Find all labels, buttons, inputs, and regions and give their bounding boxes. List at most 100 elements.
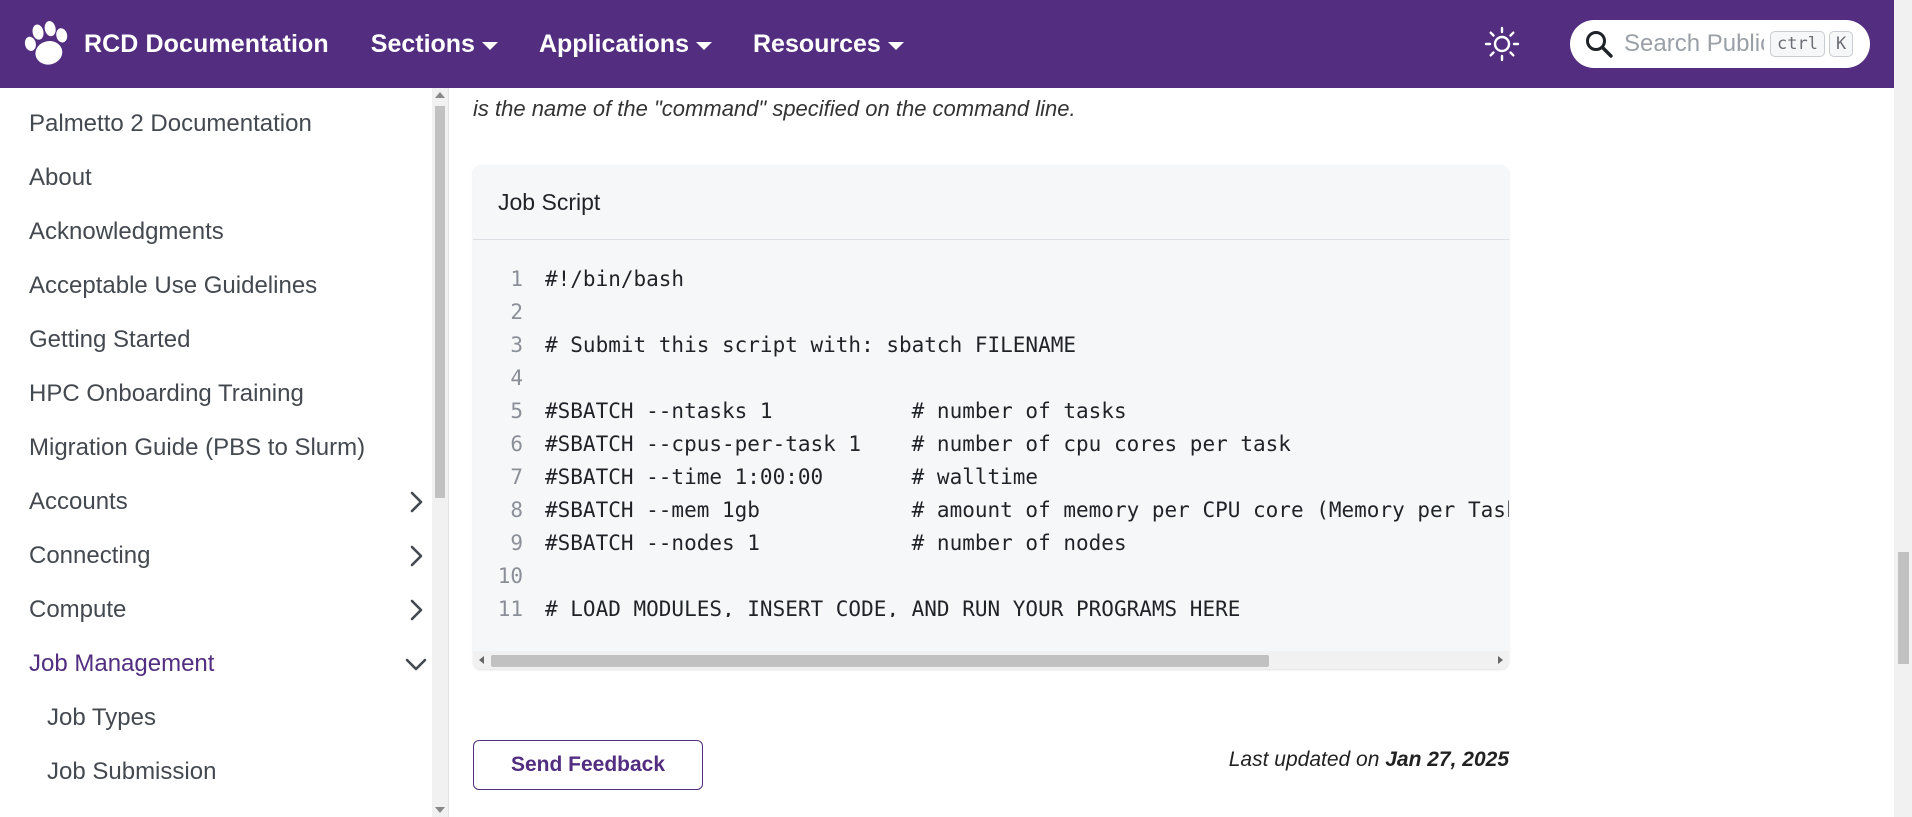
scroll-left-arrow-icon[interactable] (479, 656, 484, 664)
code-block: Job Script 1 #!/bin/bash 2 3 # Submit this… (473, 165, 1509, 669)
sidebar-item-about[interactable]: About (29, 158, 419, 198)
search-icon (1586, 31, 1613, 58)
sidebar-item-label: Acknowledgments (29, 218, 224, 245)
code-text: # Submit this script with: sbatch FILENA… (545, 332, 1077, 357)
code-text: # LOAD MODULES, INSERT CODE, AND RUN YOU… (545, 596, 1241, 618)
code-block-title: Job Script (473, 165, 1509, 240)
code-line: 5 #SBATCH --ntasks 1 # number of tasks (473, 394, 1127, 427)
sidebar-item-acknowledgments[interactable]: Acknowledgments (29, 212, 419, 252)
sun-icon[interactable] (1484, 26, 1520, 62)
sidebar-scrollbar-thumb[interactable] (435, 106, 445, 498)
sidebar-item-label: Connecting (29, 542, 151, 569)
send-feedback-button[interactable]: Send Feedback (473, 740, 703, 790)
line-number: 3 (510, 332, 523, 357)
line-number: 10 (497, 563, 523, 588)
caret-down-icon (887, 41, 904, 50)
code-text: #!/bin/bash (545, 266, 685, 291)
kbd-ctrl: ctrl (1770, 31, 1825, 57)
scroll-up-arrow-icon[interactable] (435, 92, 445, 98)
last-updated: Last updated on Jan 27, 2025 (1100, 748, 1509, 772)
top-navbar: RCD Documentation Sections Applications … (0, 0, 1894, 88)
main-nav: Sections Applications Resources (371, 30, 945, 59)
last-updated-date: Jan 27, 2025 (1385, 748, 1509, 771)
code-text: #SBATCH --ntasks 1 # number of tasks (545, 398, 1127, 423)
sidebar-item-connecting[interactable]: Connecting (29, 536, 423, 576)
code-line: 6 #SBATCH --cpus-per-task 1 # number of c… (473, 427, 1291, 460)
page-scrollbar[interactable] (1894, 0, 1912, 817)
line-number: 6 (510, 431, 523, 456)
scroll-down-arrow-icon[interactable] (435, 807, 445, 813)
sidebar-item-migration-guide[interactable]: Migration Guide (PBS to Slurm) (29, 428, 419, 468)
sidebar-item-job-management[interactable]: Job Management (29, 644, 427, 684)
chevron-right-icon[interactable] (403, 543, 429, 569)
chevron-right-icon[interactable] (403, 489, 429, 515)
code-line: 3 # Submit this script with: sbatch FILEN… (473, 328, 1076, 361)
sidebar-item-label: Job Management (29, 650, 215, 677)
chevron-right-icon[interactable] (403, 597, 429, 623)
line-number: 7 (510, 464, 523, 489)
sidebar-item-acceptable-use-guidelines[interactable]: Acceptable Use Guidelines (29, 266, 419, 306)
sidebar-item-palmetto-2-documentation[interactable]: Palmetto 2 Documentation (29, 104, 419, 144)
code-text: #SBATCH --cpus-per-task 1 # number of cp… (545, 431, 1291, 456)
nav-applications-dropdown[interactable]: Applications (539, 30, 713, 59)
sidebar-item-hpc-onboarding-training[interactable]: HPC Onboarding Training (29, 374, 419, 414)
nav-sections-label: Sections (370, 29, 475, 58)
sidebar-item-job-types[interactable]: Job Types (47, 698, 419, 738)
code-text: #SBATCH --mem 1gb # amount of memory per… (545, 497, 1509, 522)
nav-resources-dropdown[interactable]: Resources (753, 30, 905, 59)
line-number: 8 (510, 497, 523, 522)
nav-sections-dropdown[interactable]: Sections (371, 30, 499, 59)
nav-resources-label: Resources (752, 29, 881, 58)
code-block-body: 1 #!/bin/bash 2 3 # Submit this script wit… (473, 240, 1509, 618)
sidebar-item-job-submission[interactable]: Job Submission (47, 752, 419, 792)
brand-link[interactable]: RCD Documentation (20, 17, 329, 71)
code-line: 9 #SBATCH --nodes 1 # number of nodes (473, 526, 1127, 559)
sidebar-item-label: Acceptable Use Guidelines (29, 272, 318, 299)
sidebar-item-compute[interactable]: Compute (29, 590, 423, 630)
code-line: 4 (473, 361, 545, 394)
caret-down-icon (481, 41, 498, 50)
sidebar-divider (448, 88, 449, 817)
search-box[interactable]: ctrl K (1570, 20, 1870, 68)
line-number: 9 (510, 530, 523, 555)
sidebar-item-label: Job Submission (47, 758, 217, 785)
code-text: #SBATCH --time 1:00:00 # walltime (545, 464, 1039, 489)
clemson-paw-icon (24, 21, 68, 65)
intro-paragraph: is the name of the "command" specified o… (473, 96, 1076, 121)
code-line: 1 #!/bin/bash (473, 262, 684, 295)
last-updated-prefix: Last updated on (1228, 748, 1380, 771)
nav-applications-label: Applications (538, 29, 689, 58)
code-text: #SBATCH --nodes 1 # number of nodes (545, 530, 1127, 555)
line-number: 5 (510, 398, 523, 423)
sidebar-item-label: Job Types (47, 704, 156, 731)
sidebar-item-getting-started[interactable]: Getting Started (29, 320, 419, 360)
sidebar-item-label: About (29, 164, 92, 191)
code-line: 8 #SBATCH --mem 1gb # amount of memory pe… (473, 493, 1509, 526)
scroll-right-arrow-icon[interactable] (1498, 656, 1503, 664)
sidebar-item-label: Accounts (29, 488, 128, 515)
code-scrollbar-thumb[interactable] (491, 655, 1269, 667)
line-number: 11 (497, 596, 523, 618)
brand-title: RCD Documentation (84, 29, 329, 58)
page-scrollbar-thumb[interactable] (1898, 552, 1909, 664)
line-number: 2 (510, 299, 523, 324)
sidebar-item-label: HPC Onboarding Training (29, 380, 304, 407)
sidebar-scrollbar[interactable] (432, 88, 448, 817)
chevron-down-icon[interactable] (403, 651, 429, 677)
code-horizontal-scrollbar[interactable] (473, 651, 1509, 669)
line-number: 1 (510, 266, 523, 291)
sidebar-item-label: Palmetto 2 Documentation (29, 110, 312, 137)
code-line: 2 (473, 295, 545, 328)
sidebar-item-label: Getting Started (29, 326, 191, 353)
sidebar: Palmetto 2 Documentation About Acknowled… (0, 88, 432, 817)
code-line: 10 (473, 559, 545, 592)
sidebar-item-label: Compute (29, 596, 127, 623)
code-line: 11 # LOAD MODULES, INSERT CODE, AND RUN Y… (473, 592, 1241, 618)
caret-down-icon (695, 41, 712, 50)
line-number: 4 (510, 365, 523, 390)
kbd-k: K (1828, 31, 1854, 57)
search-input[interactable] (1622, 29, 1766, 59)
code-line: 7 #SBATCH --time 1:00:00 # walltime (473, 460, 1038, 493)
sidebar-item-accounts[interactable]: Accounts (29, 482, 423, 522)
sidebar-item-label: Migration Guide (PBS to Slurm) (29, 434, 366, 461)
